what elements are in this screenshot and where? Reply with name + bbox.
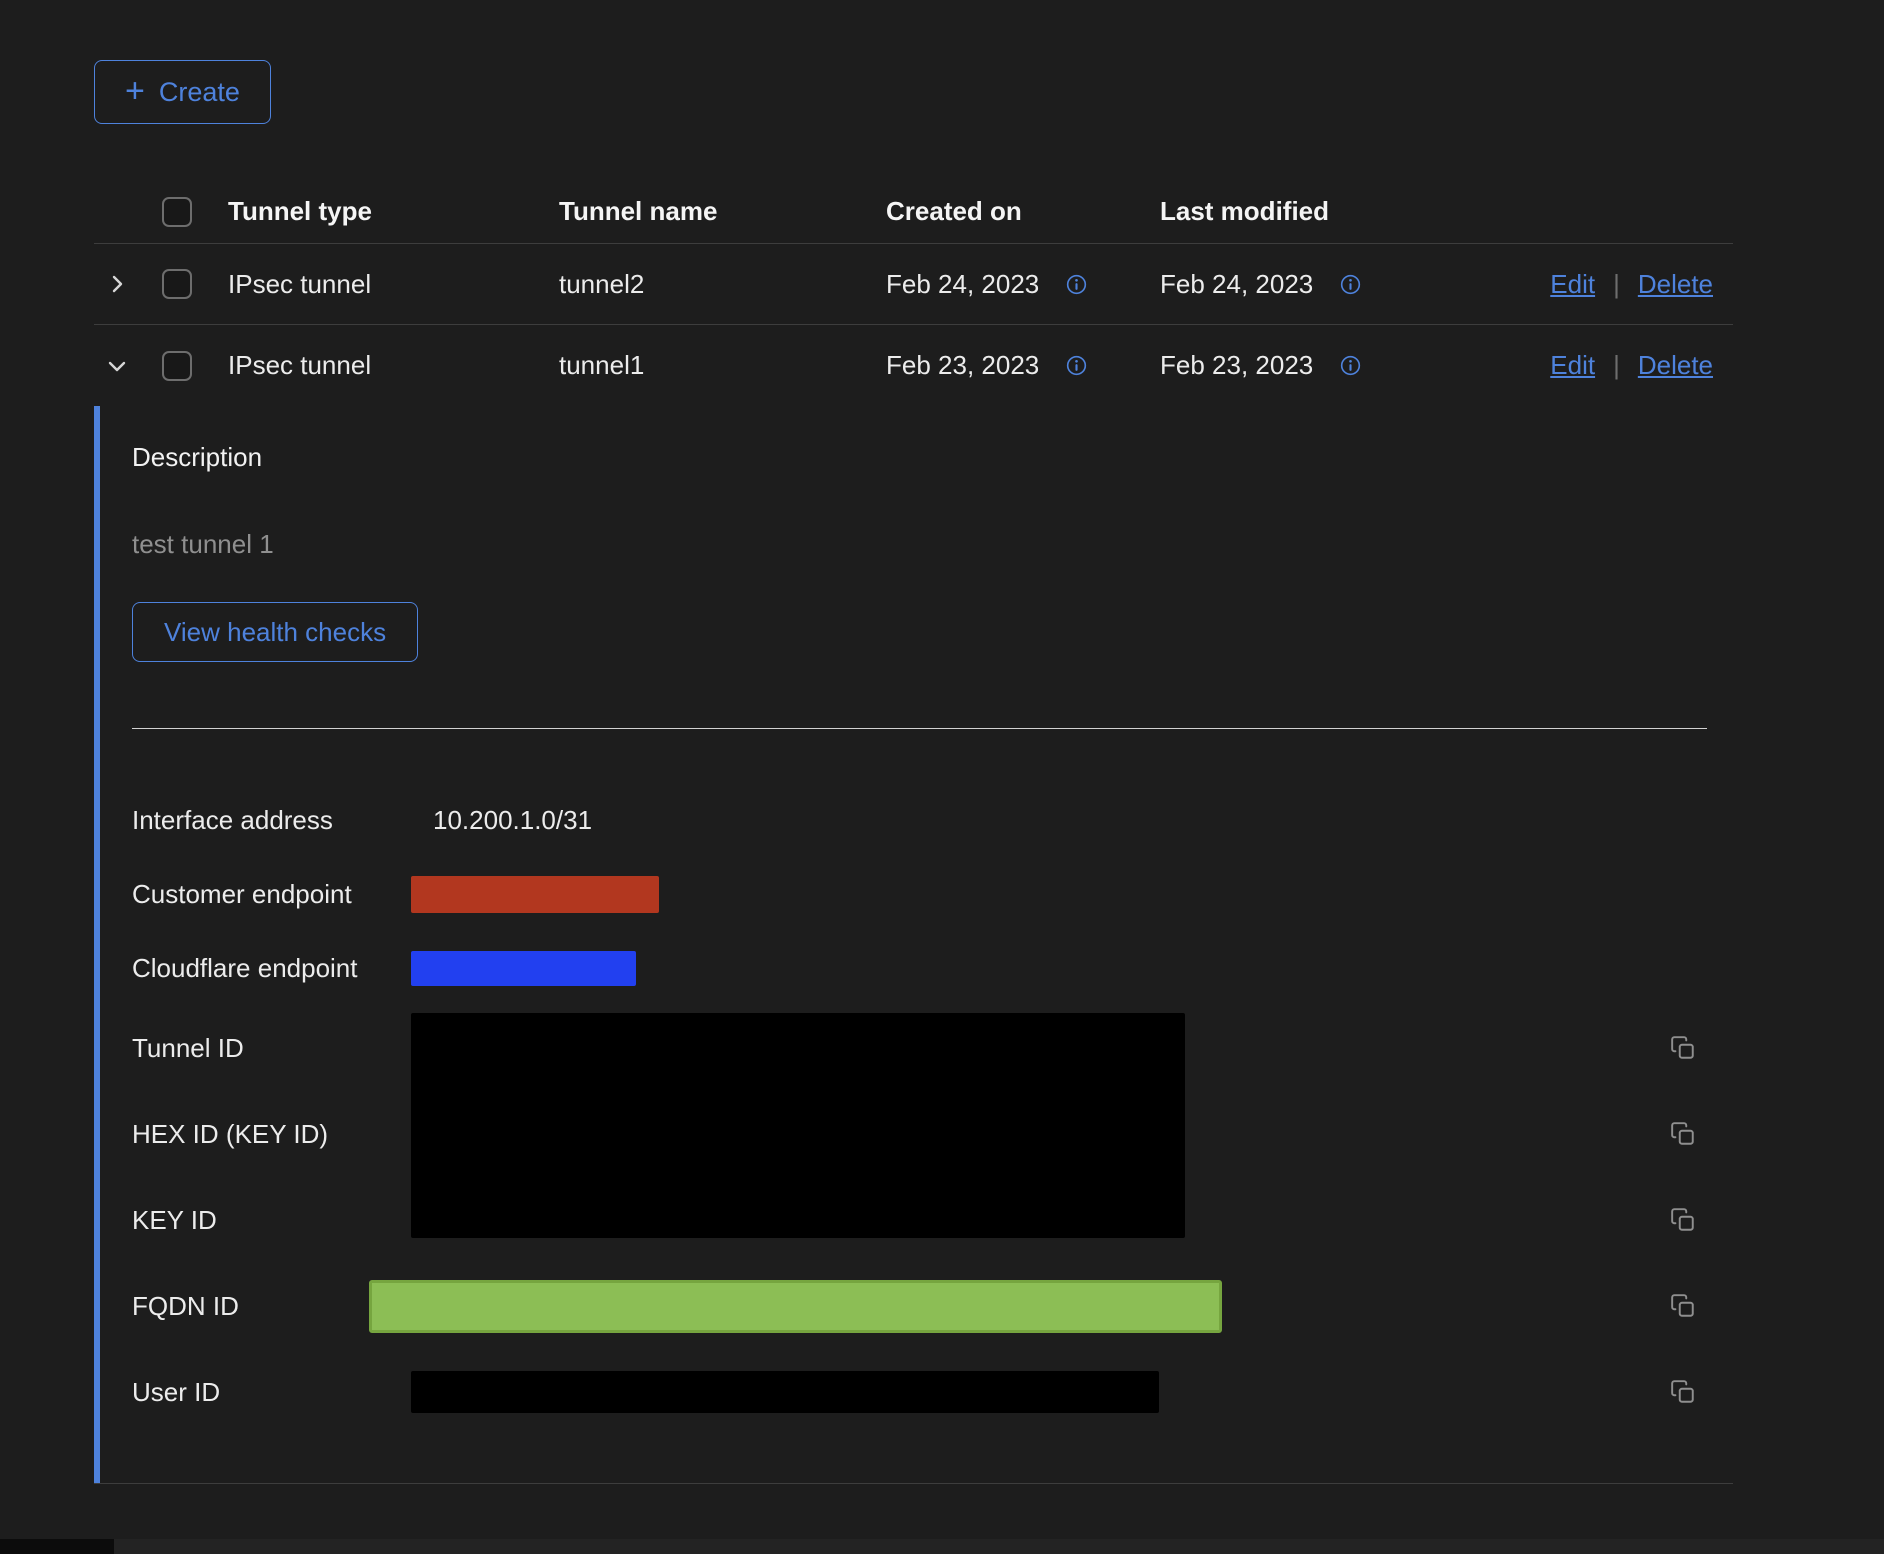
copy-icon[interactable] bbox=[1670, 1121, 1696, 1147]
tunnel-id-redacted bbox=[411, 1013, 1185, 1238]
field-label: Interface address bbox=[132, 805, 411, 836]
row-actions: Edit | Delete bbox=[1440, 269, 1733, 300]
field-label: KEY ID bbox=[132, 1205, 411, 1236]
last-modified-value: Feb 24, 2023 bbox=[1160, 269, 1313, 300]
chevron-cell bbox=[94, 271, 150, 297]
copy-icon[interactable] bbox=[1670, 1207, 1696, 1233]
header-checkbox-cell bbox=[150, 197, 228, 227]
field-label: User ID bbox=[132, 1377, 411, 1408]
bottom-strip bbox=[0, 1539, 1884, 1554]
tunnel-details-content: Description test tunnel 1 View health ch… bbox=[100, 406, 1733, 1483]
field-label: Cloudflare endpoint bbox=[132, 953, 411, 984]
tunnels-page: + Create Tunnel type Tunnel name Created… bbox=[0, 0, 1884, 1554]
chevron-cell bbox=[94, 353, 150, 379]
field-row-fqdn-id: FQDN ID bbox=[132, 1263, 1733, 1349]
actions-separator: | bbox=[1613, 350, 1620, 381]
field-icon-cell bbox=[1633, 1121, 1733, 1147]
row-checkbox[interactable] bbox=[162, 269, 192, 299]
edit-link[interactable]: Edit bbox=[1550, 350, 1595, 381]
row-actions: Edit | Delete bbox=[1440, 350, 1733, 381]
field-value bbox=[411, 1371, 1633, 1413]
created-on-cell: Feb 23, 2023 bbox=[886, 350, 1160, 381]
cloudflare-endpoint-redacted bbox=[411, 951, 636, 986]
field-icon-cell bbox=[1633, 1293, 1733, 1319]
last-modified-cell: Feb 23, 2023 bbox=[1160, 350, 1440, 381]
field-row-tunnel-id: Tunnel ID bbox=[132, 1005, 1733, 1091]
tunnel-type-value: IPsec tunnel bbox=[228, 350, 559, 381]
header-tunnel-name: Tunnel name bbox=[559, 196, 886, 227]
created-on-cell: Feb 24, 2023 bbox=[886, 269, 1160, 300]
tunnel-type-value: IPsec tunnel bbox=[228, 269, 559, 300]
tunnel-details-panel: Description test tunnel 1 View health ch… bbox=[94, 406, 1733, 1483]
delete-link[interactable]: Delete bbox=[1638, 350, 1713, 381]
delete-link[interactable]: Delete bbox=[1638, 269, 1713, 300]
field-label: Tunnel ID bbox=[132, 1033, 411, 1064]
last-modified-value: Feb 23, 2023 bbox=[1160, 350, 1313, 381]
chevron-down-icon[interactable] bbox=[104, 353, 130, 379]
header-created-on: Created on bbox=[886, 196, 1160, 227]
description-label: Description bbox=[132, 442, 1733, 473]
customer-endpoint-redacted bbox=[411, 876, 659, 913]
header-last-modified: Last modified bbox=[1160, 196, 1440, 227]
created-on-value: Feb 24, 2023 bbox=[886, 269, 1039, 300]
section-divider bbox=[132, 728, 1707, 729]
field-value bbox=[411, 1280, 1633, 1333]
field-row-user-id: User ID bbox=[132, 1349, 1733, 1435]
field-icon-cell bbox=[1633, 1035, 1733, 1061]
tunnel-fields: Interface address 10.200.1.0/31 Customer… bbox=[132, 783, 1733, 1435]
field-value bbox=[411, 876, 1633, 913]
tunnel-row-tunnel1: IPsec tunnel tunnel1 Feb 23, 2023 Feb 23… bbox=[94, 325, 1733, 406]
field-row-cloudflare-endpoint: Cloudflare endpoint bbox=[132, 931, 1733, 1005]
table-header-row: Tunnel type Tunnel name Created on Last … bbox=[94, 180, 1733, 244]
row-checkbox[interactable] bbox=[162, 351, 192, 381]
field-row-customer-endpoint: Customer endpoint bbox=[132, 857, 1733, 931]
field-label: Customer endpoint bbox=[132, 879, 411, 910]
last-modified-cell: Feb 24, 2023 bbox=[1160, 269, 1440, 300]
checkbox-cell bbox=[150, 269, 228, 299]
plus-icon: + bbox=[125, 74, 145, 108]
copy-icon[interactable] bbox=[1670, 1293, 1696, 1319]
view-health-checks-button[interactable]: View health checks bbox=[132, 602, 418, 662]
info-icon[interactable] bbox=[1339, 354, 1362, 377]
field-icon-cell bbox=[1633, 1207, 1733, 1233]
user-id-redacted bbox=[411, 1371, 1159, 1413]
field-row-interface-address: Interface address 10.200.1.0/31 bbox=[132, 783, 1733, 857]
edit-link[interactable]: Edit bbox=[1550, 269, 1595, 300]
fqdn-id-redacted bbox=[369, 1280, 1222, 1333]
create-button[interactable]: + Create bbox=[94, 60, 271, 124]
field-label: HEX ID (KEY ID) bbox=[132, 1119, 411, 1150]
info-icon[interactable] bbox=[1065, 354, 1088, 377]
chevron-right-icon[interactable] bbox=[104, 271, 130, 297]
tunnels-table: Tunnel type Tunnel name Created on Last … bbox=[94, 180, 1733, 1484]
info-icon[interactable] bbox=[1339, 273, 1362, 296]
actions-separator: | bbox=[1613, 269, 1620, 300]
created-on-value: Feb 23, 2023 bbox=[886, 350, 1039, 381]
description-value: test tunnel 1 bbox=[132, 529, 1733, 560]
tunnel-name-value: tunnel2 bbox=[559, 269, 886, 300]
interface-address-value: 10.200.1.0/31 bbox=[411, 805, 592, 835]
tunnel-row-tunnel2: IPsec tunnel tunnel2 Feb 24, 2023 Feb 24… bbox=[94, 244, 1733, 325]
header-tunnel-type: Tunnel type bbox=[228, 196, 559, 227]
field-value: 10.200.1.0/31 bbox=[411, 805, 1633, 836]
field-value bbox=[411, 951, 1633, 986]
copy-icon[interactable] bbox=[1670, 1035, 1696, 1061]
select-all-checkbox[interactable] bbox=[162, 197, 192, 227]
field-icon-cell bbox=[1633, 1379, 1733, 1405]
copy-icon[interactable] bbox=[1670, 1379, 1696, 1405]
tunnel-name-value: tunnel1 bbox=[559, 350, 886, 381]
info-icon[interactable] bbox=[1065, 273, 1088, 296]
bottom-strip-left bbox=[0, 1539, 114, 1554]
create-button-label: Create bbox=[159, 77, 240, 108]
checkbox-cell bbox=[150, 351, 228, 381]
